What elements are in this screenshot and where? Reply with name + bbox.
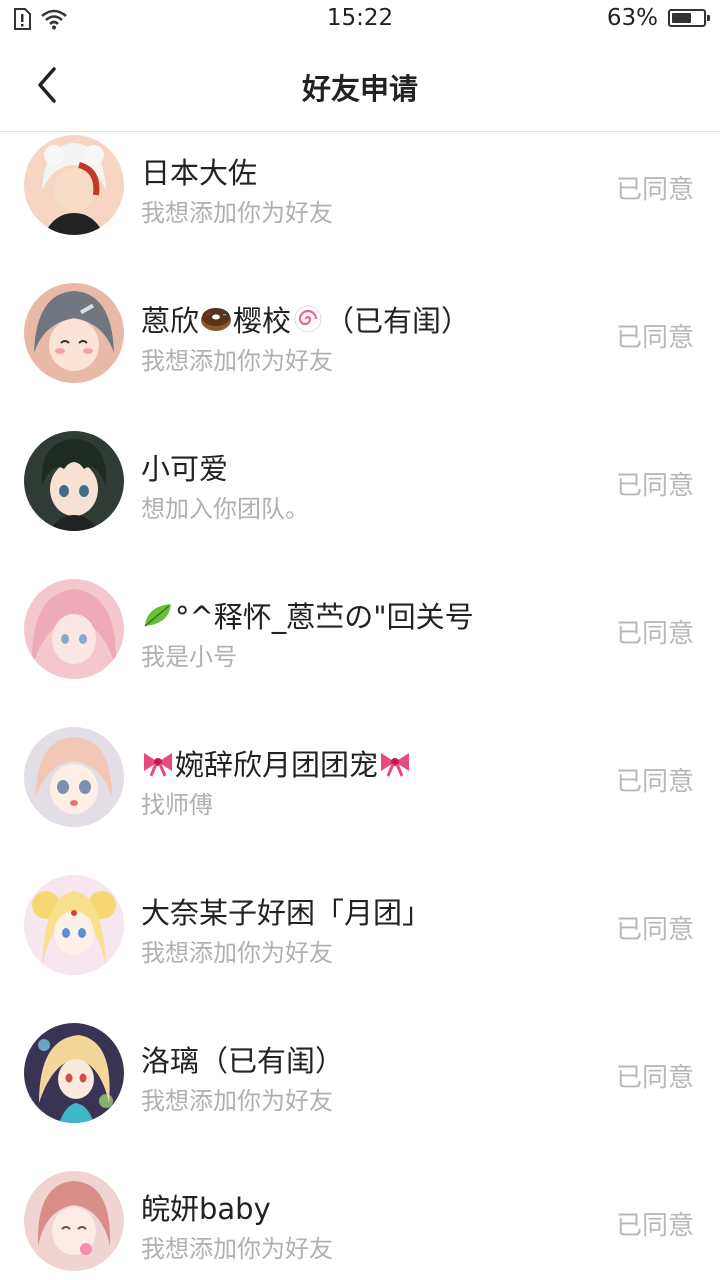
- request-name: °^释怀_蒽苎の"回关号: [141, 594, 474, 636]
- avatar[interactable]: [24, 875, 124, 975]
- name-part: （已有闺）: [325, 304, 471, 338]
- request-status: 已同意: [615, 619, 694, 649]
- avatar[interactable]: [24, 431, 124, 531]
- request-message: 我想添加你为好友: [141, 1235, 333, 1263]
- ribbon-icon: [144, 753, 172, 777]
- request-status: 已同意: [615, 175, 694, 205]
- request-name: 小可爱: [141, 452, 229, 486]
- name-part: 婉辞欣月团团宠: [175, 748, 379, 782]
- request-name: 皖妍baby: [141, 1192, 271, 1226]
- request-name: 大奈某子好困「月团」: [141, 896, 432, 930]
- donut-icon: [201, 308, 232, 331]
- request-name: 日本大佐: [141, 156, 258, 190]
- request-message: 想加入你团队。: [141, 495, 309, 523]
- battery-icon: [668, 9, 710, 27]
- battery-fill: [672, 13, 691, 23]
- request-status: 已同意: [615, 1063, 694, 1093]
- request-name: 婉辞欣月团团宠: [141, 742, 412, 784]
- request-row[interactable]: 小可爱 想加入你团队。 已同意: [0, 431, 720, 579]
- request-status: 已同意: [615, 915, 694, 945]
- request-name: 蒽欣 樱校 （已有闺）: [141, 298, 470, 340]
- request-row[interactable]: 蒽欣 樱校 （已有闺） 我想添加你为好友 已同意: [0, 283, 720, 431]
- friend-request-list: 日本大佐 我想添加你为好友 已同意 蒽欣 樱校 （已有闺） 我想添加你为好友 已…: [0, 135, 720, 1280]
- leaf-icon: [144, 604, 171, 627]
- avatar[interactable]: [24, 283, 124, 383]
- request-message: 我是小号: [141, 643, 237, 671]
- name-part: 樱校: [233, 304, 292, 338]
- battery-percent: 63%: [606, 5, 658, 31]
- status-right: 63%: [606, 5, 710, 31]
- avatar[interactable]: [24, 727, 124, 827]
- request-message: 我想添加你为好友: [141, 1087, 333, 1115]
- fishcake-icon: [294, 305, 322, 333]
- request-message: 找师傅: [141, 791, 213, 819]
- request-status: 已同意: [615, 323, 694, 353]
- request-status: 已同意: [615, 767, 694, 797]
- request-message: 我想添加你为好友: [141, 939, 333, 967]
- request-row[interactable]: 日本大佐 我想添加你为好友 已同意: [0, 135, 720, 283]
- status-bar: 15:22 63%: [0, 0, 720, 38]
- ribbon-icon: [381, 753, 410, 777]
- nav-bar: 好友申请: [0, 38, 720, 132]
- request-message: 我想添加你为好友: [141, 199, 333, 227]
- avatar[interactable]: [24, 1023, 124, 1123]
- avatar[interactable]: [24, 1171, 124, 1271]
- name-part: °^释怀_蒽苎の"回关号: [175, 600, 474, 634]
- request-message: 我想添加你为好友: [141, 347, 333, 375]
- avatar[interactable]: [24, 135, 124, 235]
- page-title: 好友申请: [301, 72, 418, 106]
- request-row[interactable]: °^释怀_蒽苎の"回关号 我是小号 已同意: [0, 579, 720, 727]
- avatar[interactable]: [24, 579, 124, 679]
- request-row[interactable]: 大奈某子好困「月团」 我想添加你为好友 已同意: [0, 875, 720, 1023]
- request-row[interactable]: 皖妍baby 我想添加你为好友 已同意: [0, 1171, 720, 1280]
- request-row[interactable]: 洛璃（已有闺） 我想添加你为好友 已同意: [0, 1023, 720, 1171]
- request-row[interactable]: 婉辞欣月团团宠 找师傅 已同意: [0, 727, 720, 875]
- request-name: 洛璃（已有闺）: [141, 1044, 345, 1078]
- name-part: 蒽欣: [141, 304, 200, 338]
- request-status: 已同意: [615, 471, 694, 501]
- request-status: 已同意: [615, 1211, 694, 1241]
